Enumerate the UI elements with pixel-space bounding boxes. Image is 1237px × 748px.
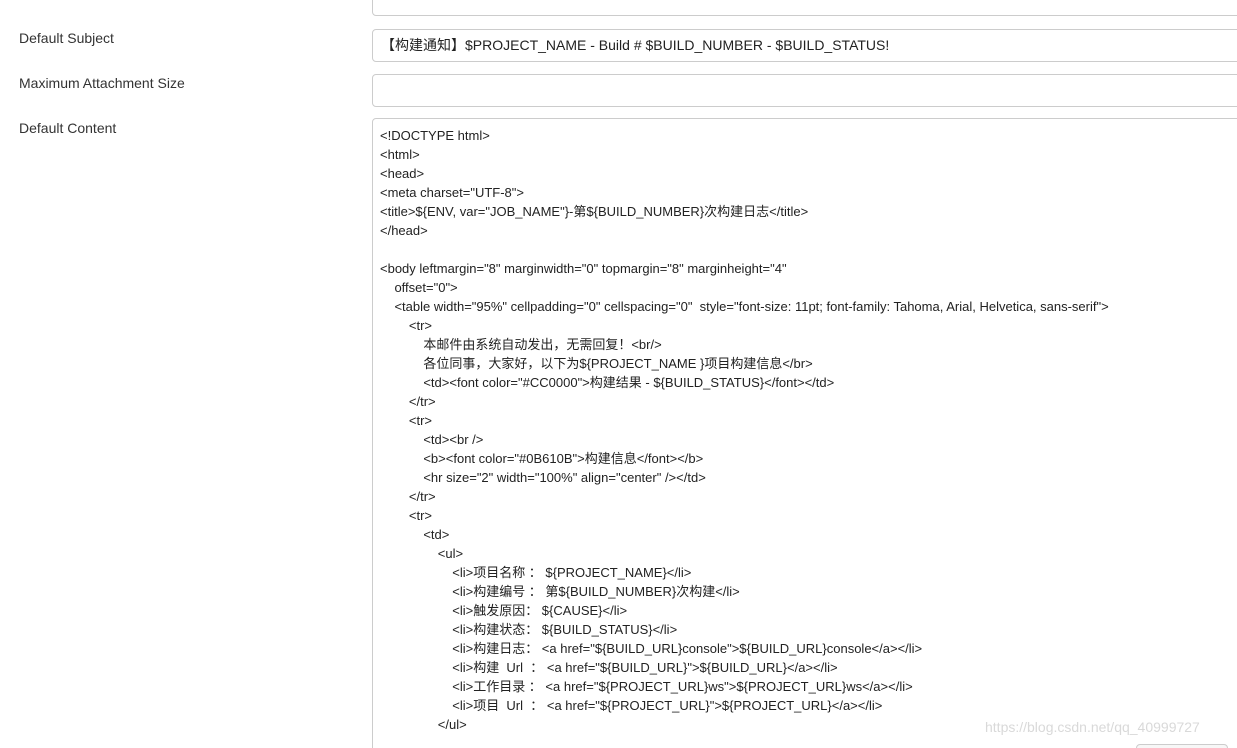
content-line: <li>触发原因： ${CAUSE}</li> [380, 603, 628, 618]
previous-field-input[interactable] [372, 0, 1237, 16]
content-line [380, 240, 1237, 259]
default-content-label: Default Content [19, 120, 117, 136]
content-line: <li>构建编号 ： 第${BUILD_NUMBER}次构建</li> [380, 584, 740, 599]
partial-button[interactable] [1136, 744, 1228, 748]
content-line: <li>工作目录 ： <a href="${PROJECT_URL}ws">${… [380, 679, 913, 694]
content-line: <tr> [380, 508, 433, 523]
content-line: <tr> [380, 413, 433, 428]
default-content-textarea[interactable]: <!DOCTYPE html> <html> <head> <meta charset… [372, 118, 1237, 748]
default-subject-input[interactable]: 【构建通知】$PROJECT_NAME - Build # $BUILD_NUM… [372, 29, 1237, 62]
content-line: <td><br /> [380, 432, 484, 447]
default-subject-label: Default Subject [19, 30, 114, 46]
content-line: <table width="95%" cellpadding="0" cells… [380, 299, 1109, 314]
content-line: <ul> [380, 546, 464, 561]
content-line: <tr> [380, 318, 433, 333]
content-line: </tr> [380, 394, 436, 409]
content-line: <head> [380, 166, 425, 181]
content-line: <li>项目名称 ： ${PROJECT_NAME}</li> [380, 565, 692, 580]
content-line: <li>构建状态： ${BUILD_STATUS}</li> [380, 622, 678, 637]
content-line: <html> [380, 147, 420, 162]
content-line: <li>项目 Url ： <a href="${PROJECT_URL}">${… [380, 698, 883, 713]
content-line: <b><font color="#0B610B">构建信息</font></b> [380, 451, 704, 466]
content-line: <td> [380, 527, 450, 542]
content-line: <meta charset="UTF-8"> [380, 185, 524, 200]
content-line: <!DOCTYPE html> [380, 128, 490, 143]
content-line: <title>${ENV, var="JOB_NAME"}-第${BUILD_N… [380, 204, 809, 219]
content-line: <li>构建 Url ： <a href="${BUILD_URL}">${BU… [380, 660, 838, 675]
content-line: offset="0"> [380, 280, 458, 295]
max-attachment-size-label: Maximum Attachment Size [19, 75, 185, 91]
content-line: </tr> [380, 489, 436, 504]
max-attachment-size-input[interactable] [372, 74, 1237, 107]
content-line: <hr size="2" width="100%" align="center"… [380, 470, 706, 485]
content-line: <body leftmargin="8" marginwidth="0" top… [380, 261, 787, 276]
content-line: 各位同事，大家好，以下为${PROJECT_NAME }项目构建信息</br> [380, 356, 813, 371]
email-settings-page: Default Subject 【构建通知】$PROJECT_NAME - Bu… [0, 0, 1237, 748]
content-line: <li>构建日志： <a href="${BUILD_URL}console">… [380, 641, 923, 656]
content-line: 本邮件由系统自动发出，无需回复！<br/> [380, 337, 662, 352]
watermark-text: https://blog.csdn.net/qq_40999727 [985, 719, 1200, 735]
content-line: <td><font color="#CC0000">构建结果 - ${BUILD… [380, 375, 835, 390]
content-line: </head> [380, 223, 428, 238]
